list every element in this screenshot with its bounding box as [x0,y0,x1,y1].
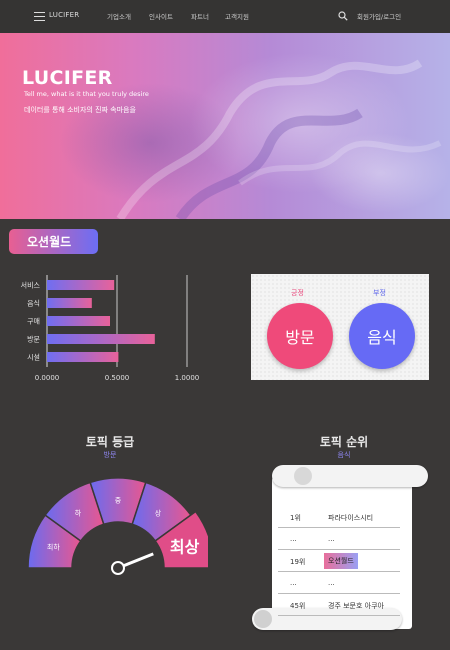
top-nav: LUCIFER 기업소개 인사이트 파트너 고객지원 회원가입/로그인 [0,0,450,33]
negative-topic-circle: 음식 [349,303,415,369]
gauge-svg: 최하 하 중상최상 [27,477,215,575]
grade-gauge: 최하 하 중상최상 [27,477,215,588]
search-icon[interactable] [338,11,348,21]
bar [47,352,119,362]
y-tick-label: 방문 [27,335,40,344]
rank-row-highlighted: 19위 오션월드 [278,550,400,572]
nav-item-insight[interactable]: 인사이트 [149,11,173,21]
gauge-needle-hub [111,561,125,575]
gauge-segment-label: 최상 [170,537,200,556]
gauge-segment-label: 하 [75,508,82,517]
hamburger-menu-icon[interactable] [34,12,45,21]
hero-smoke-image [60,53,450,219]
rank-row: 1위 파라다이스시티 [278,506,400,528]
hero-banner: LUCIFER Tell me, what is it that you tru… [0,33,450,219]
gauge-segment-label: 중 [115,497,122,505]
hero-subtitle-en: Tell me, what is it that you truly desir… [24,90,149,98]
rank-name: ... [328,579,335,587]
gauge-segment-label: 상 [155,508,162,517]
x-tick-label: 0.5000 [105,374,130,382]
topic-grade-subtitle: 방문 [103,451,117,459]
rank-name: ... [328,535,335,543]
rank-row: ... ... [278,572,400,594]
hero-subtitle-ko: 데이터를 통해 소비자의 진짜 속마음을 [24,106,136,114]
nav-item-company[interactable]: 기업소개 [107,11,131,21]
scroll-roll-top [272,465,428,487]
bar [47,316,110,326]
nav-logo[interactable]: LUCIFER [49,11,79,19]
hero-title: LUCIFER [22,67,113,89]
rank-name: 파라다이스시티 [328,514,374,522]
bar [47,298,92,308]
gauge-segment-label: 최하 [47,542,60,551]
x-tick-label: 0.0000 [35,374,60,382]
rank-name-highlight: 오션월드 [324,553,358,569]
rank-number: ... [290,579,297,587]
topic-rank-title: 토픽 순위 [319,435,369,449]
rank-name: 경주 보문호 아쿠아 [328,602,384,610]
nav-item-partner[interactable]: 파트너 [191,11,209,21]
positive-label: 긍정 [291,289,304,297]
topic-grade-title: 토픽 등급 [85,435,135,449]
x-tick-label: 1.0000 [175,374,200,382]
y-tick-label: 음식 [27,299,40,308]
bar [47,334,155,344]
section-title-badge: 오션월드 [9,229,98,254]
positive-topic-circle: 방문 [267,303,333,369]
login-link[interactable]: 회원가입/로그인 [357,11,401,21]
rank-row: ... ... [278,528,400,550]
y-tick-label: 서비스 [21,281,41,290]
y-tick-label: 구매 [27,318,40,326]
bar-chart-svg: 0.0000 0.5000 1.0000 서비스음식구매방문시설 [21,275,200,382]
bar [47,280,115,290]
topic-bar-chart: 0.0000 0.5000 1.0000 서비스음식구매방문시설 [0,270,230,390]
rank-row: 45위 경주 보문호 아쿠아 [278,594,400,616]
rank-number: 45위 [290,602,306,610]
rank-number: 19위 [290,558,306,566]
sentiment-panel: 긍정 부정 방문 음식 [251,274,429,380]
rank-number: 1위 [290,514,301,522]
y-tick-label: 시설 [27,354,40,362]
negative-label: 부정 [373,289,386,297]
topic-rank-subtitle: 음식 [337,451,351,459]
rank-number: ... [290,535,297,543]
rank-scroll: 1위 파라다이스시티 ... ... 19위 오션월드 ... ... 45위 … [252,465,432,635]
nav-item-support[interactable]: 고객지원 [225,11,249,21]
